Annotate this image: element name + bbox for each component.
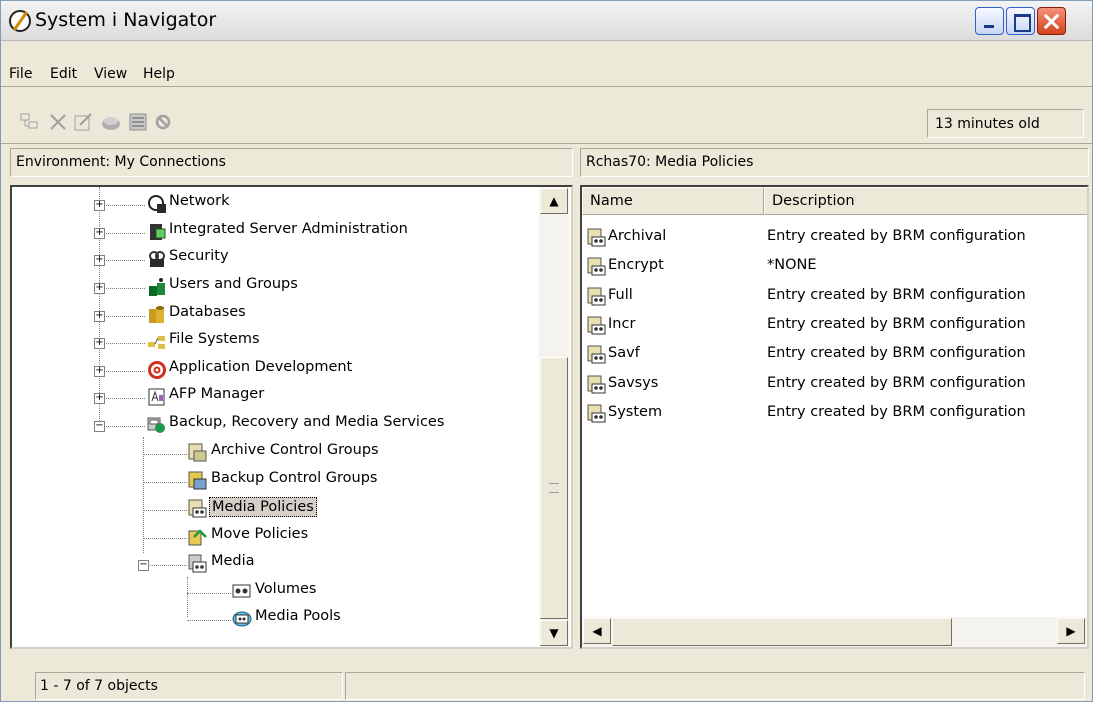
status-message-area xyxy=(345,672,1085,700)
expand-users-groups[interactable]: + xyxy=(94,283,105,294)
list-horizontal-scrollbar[interactable]: ◀ ▶ xyxy=(582,617,1087,647)
policy-description: Entry created by BRM configuration xyxy=(767,404,1026,420)
media-policy-icon xyxy=(587,257,606,276)
expand-databases[interactable]: + xyxy=(94,311,105,322)
list-item[interactable]: Archival Entry created by BRM configurat… xyxy=(582,225,1082,254)
maximize-button[interactable] xyxy=(1006,7,1035,35)
expand-network[interactable]: + xyxy=(94,200,105,211)
policy-name: Encrypt xyxy=(608,257,664,273)
tree-vertical-scrollbar[interactable]: ▲ ▼ xyxy=(539,187,569,647)
policy-description: Entry created by BRM configuration xyxy=(767,375,1026,391)
scroll-down-button[interactable]: ▼ xyxy=(540,620,568,646)
expand-app-dev[interactable]: + xyxy=(94,366,105,377)
media-pools-icon xyxy=(232,611,252,627)
policy-name: Savf xyxy=(608,345,640,361)
object-count-status: 1 - 7 of 7 objects xyxy=(35,672,343,700)
policy-description: Entry created by BRM configuration xyxy=(767,228,1026,244)
file-systems-icon xyxy=(148,336,165,349)
afp-manager-icon xyxy=(148,388,165,406)
main-window: System i Navigator File Edit View Help 1… xyxy=(0,0,1093,702)
window-title: System i Navigator xyxy=(35,9,217,31)
list-item[interactable]: System Entry created by BRM configuratio… xyxy=(582,401,1082,430)
policy-description: *NONE xyxy=(767,257,817,273)
move-policy-icon xyxy=(188,529,207,546)
policy-name: Incr xyxy=(608,316,636,332)
policy-name: Full xyxy=(608,287,633,303)
media-policy-icon xyxy=(587,287,606,306)
list-item[interactable]: Encrypt *NONE xyxy=(582,254,1082,283)
properties-icon[interactable] xyxy=(18,111,40,133)
menu-view[interactable]: View xyxy=(94,66,127,82)
media-policy-icon xyxy=(587,375,606,394)
expand-file-systems[interactable]: + xyxy=(94,338,105,349)
policy-name: Savsys xyxy=(608,375,659,391)
list-item[interactable]: Incr Entry created by BRM configuration xyxy=(582,313,1082,342)
database-icon xyxy=(149,306,164,323)
menu-file[interactable]: File xyxy=(9,66,32,82)
delete-icon[interactable] xyxy=(47,111,69,133)
scroll-up-button[interactable]: ▲ xyxy=(540,188,568,214)
collapse-media[interactable]: − xyxy=(138,560,149,571)
list-item[interactable]: Savf Entry created by BRM configuration xyxy=(582,342,1082,371)
media-policy-icon xyxy=(587,345,606,364)
app-dev-icon xyxy=(148,361,166,379)
list-item[interactable]: Full Entry created by BRM configuration xyxy=(582,284,1082,313)
list-item[interactable]: Savsys Entry created by BRM configuratio… xyxy=(582,372,1082,401)
users-groups-icon xyxy=(149,278,165,296)
scroll-right-button[interactable]: ▶ xyxy=(1057,618,1085,644)
connect-icon[interactable] xyxy=(100,111,122,133)
tree-view[interactable]: + Network + Integrated Server Administra… xyxy=(10,185,573,649)
scroll-grip-icon xyxy=(549,483,559,493)
environment-header: Environment: My Connections xyxy=(10,148,573,177)
backup-control-icon xyxy=(188,471,207,490)
security-icon xyxy=(149,251,165,267)
stop-icon[interactable] xyxy=(152,111,174,133)
collapse-brms[interactable]: − xyxy=(94,421,105,432)
title-bar[interactable]: System i Navigator xyxy=(1,1,1092,41)
media-policy-icon xyxy=(188,499,207,518)
bottom-splitter[interactable] xyxy=(10,655,1086,662)
refresh-age-indicator: 13 minutes old xyxy=(927,109,1084,138)
tree-scroll-thumb[interactable] xyxy=(540,357,568,619)
volumes-icon xyxy=(232,584,251,598)
media-policies-list[interactable]: Name Description Archival Entry created … xyxy=(580,185,1089,649)
network-icon xyxy=(148,195,166,213)
column-header-description[interactable]: Description xyxy=(764,187,1087,215)
archive-control-icon xyxy=(188,443,207,462)
edit-icon[interactable] xyxy=(72,111,94,133)
policy-description: Entry created by BRM configuration xyxy=(767,287,1026,303)
media-icon xyxy=(188,554,207,573)
policy-name: Archival xyxy=(608,228,667,244)
expand-integrated-server[interactable]: + xyxy=(94,228,105,239)
expand-afp-manager[interactable]: + xyxy=(94,393,105,404)
list-scroll-thumb[interactable] xyxy=(612,618,952,646)
close-button[interactable] xyxy=(1037,7,1066,35)
column-header-name[interactable]: Name xyxy=(582,187,764,215)
expand-security[interactable]: + xyxy=(94,255,105,266)
view-icon[interactable] xyxy=(127,111,149,133)
media-policy-icon xyxy=(587,316,606,335)
media-policy-icon xyxy=(587,228,606,247)
policy-name: System xyxy=(608,404,663,420)
menu-help[interactable]: Help xyxy=(143,66,175,82)
list-header: Rchas70: Media Policies xyxy=(580,148,1089,177)
server-admin-icon xyxy=(150,224,166,240)
brms-icon xyxy=(147,417,165,433)
menu-edit[interactable]: Edit xyxy=(50,66,77,82)
policy-description: Entry created by BRM configuration xyxy=(767,316,1026,332)
policy-description: Entry created by BRM configuration xyxy=(767,345,1026,361)
media-policy-icon xyxy=(587,404,606,423)
minimize-button[interactable] xyxy=(975,7,1004,35)
navigator-logo-icon xyxy=(9,10,31,32)
scroll-left-button[interactable]: ◀ xyxy=(583,618,611,644)
